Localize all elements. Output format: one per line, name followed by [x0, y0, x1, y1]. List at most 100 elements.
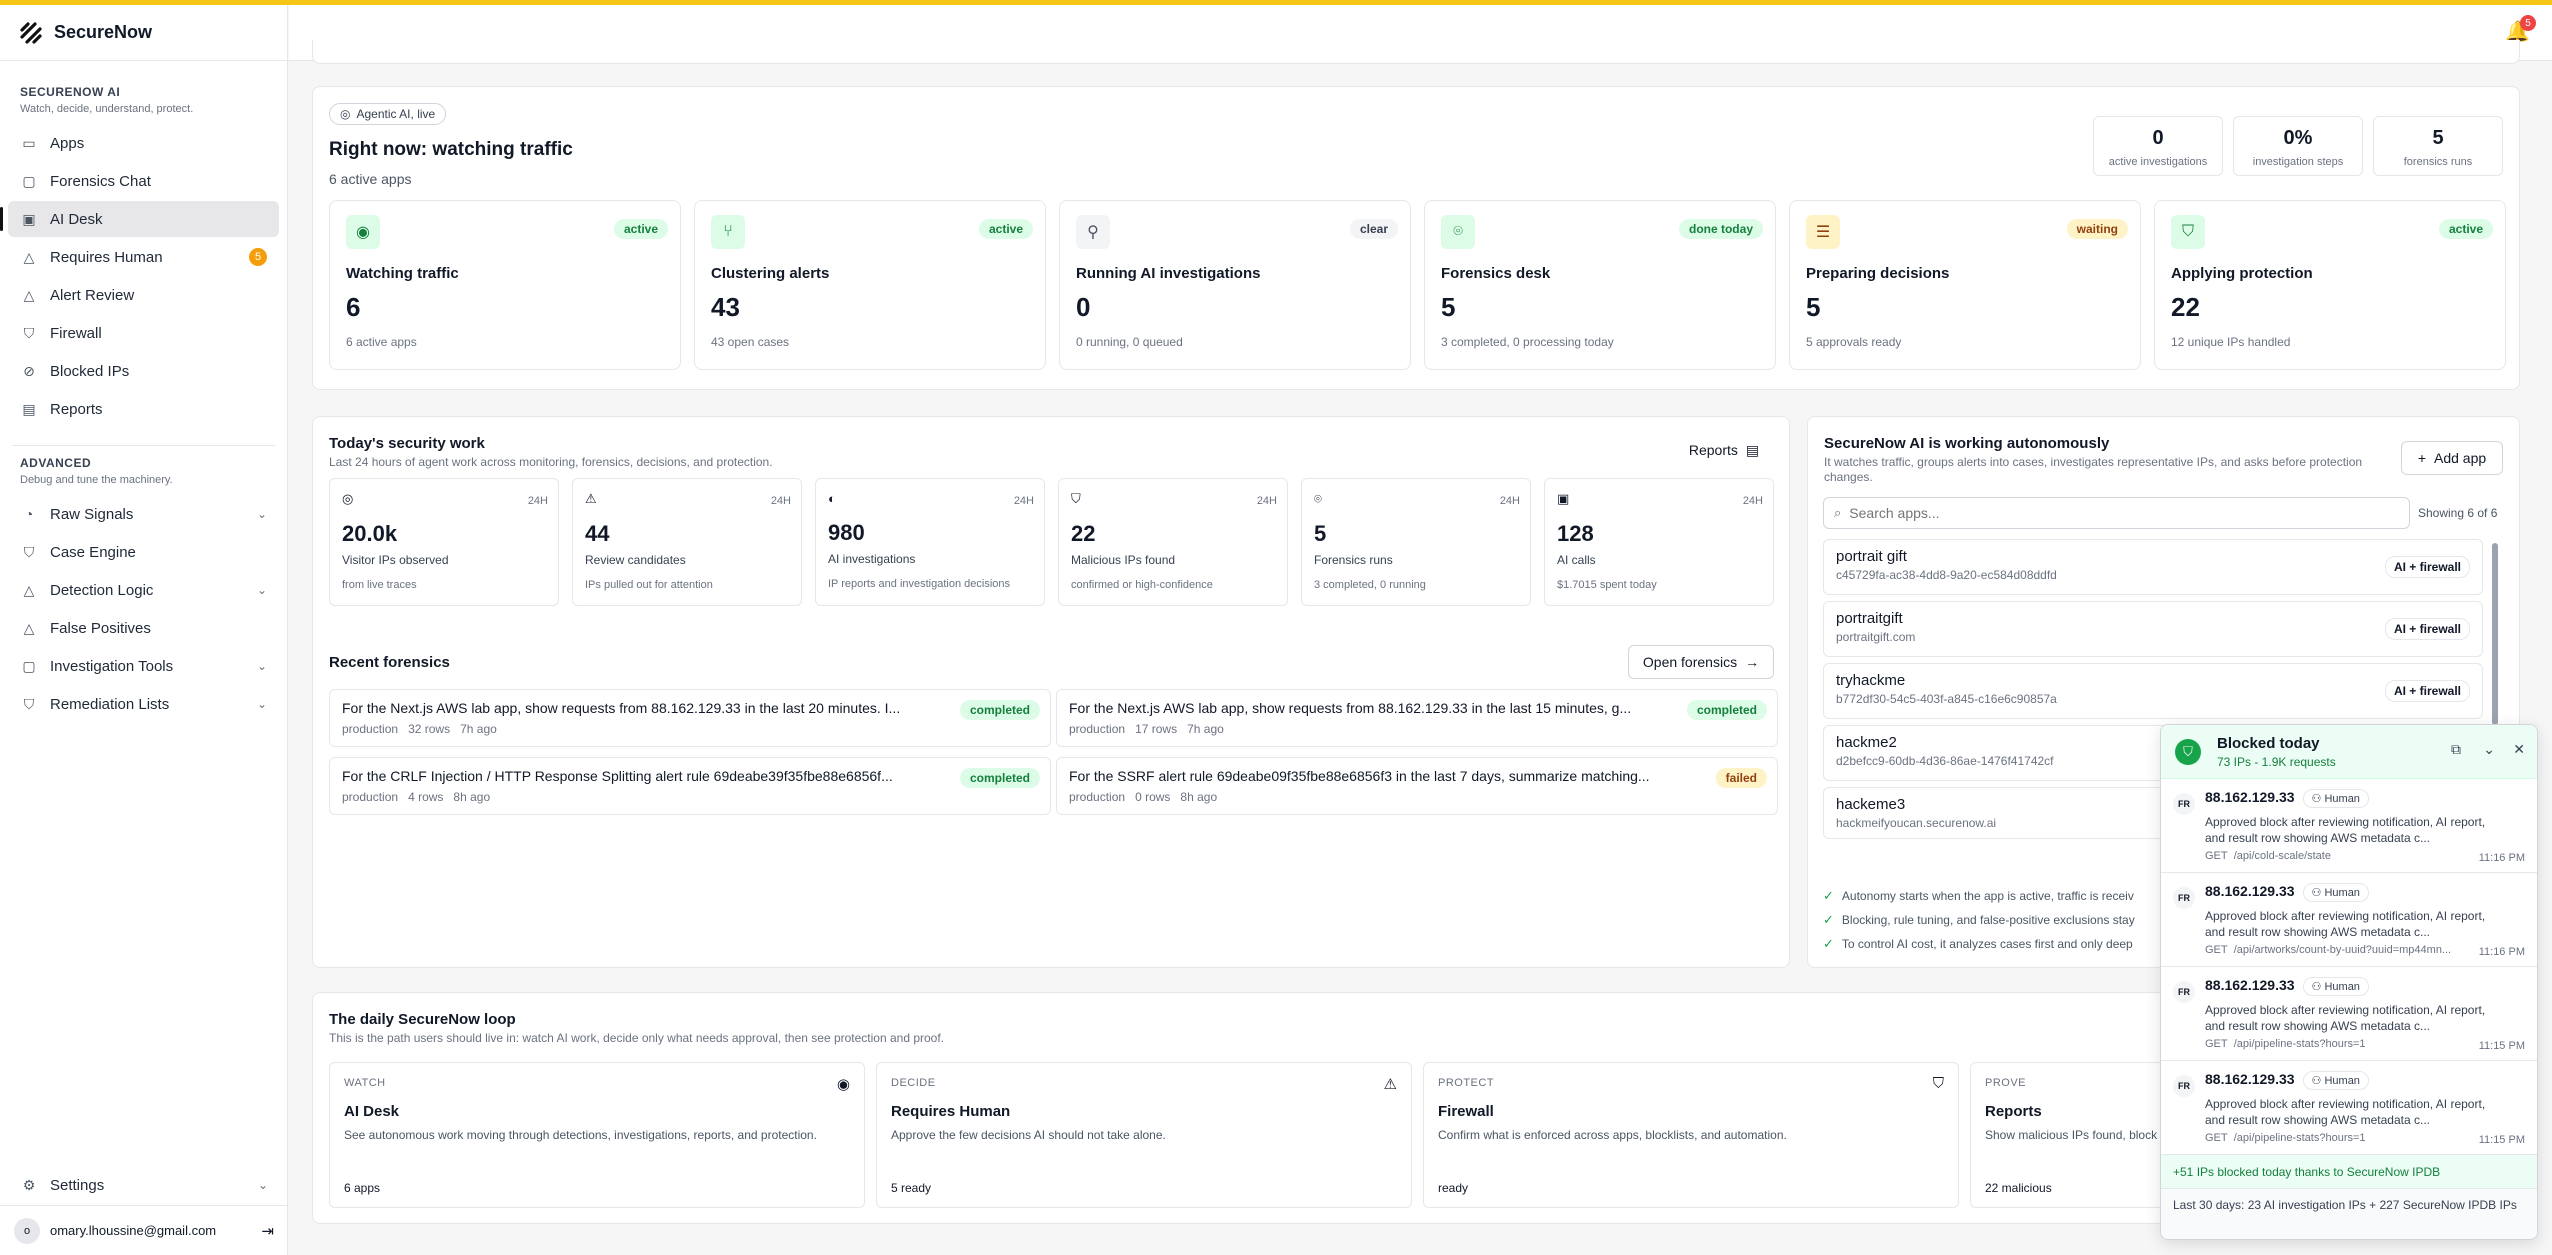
loop-card-watch[interactable]: WATCH ◉ AI Desk See autonomous work moving … — [329, 1062, 865, 1208]
note-text: To control AI cost, it analyzes cases fi… — [1841, 937, 2133, 951]
stage-clustering-alerts[interactable]: ⑂ active Clustering alerts 43 43 open cases — [694, 200, 1046, 370]
app-row[interactable]: tryhackme b772df30-54c5-403f-a845-c16e6c9… — [1823, 663, 2483, 719]
stage-title: Clustering alerts — [711, 265, 830, 282]
sidebar-item-label: Settings — [50, 1176, 105, 1194]
add-app-button[interactable]: + Add app — [2401, 441, 2503, 475]
loop-kicker: WATCH — [344, 1077, 386, 1089]
forensic-time: 8h ago — [453, 790, 491, 804]
shield-check-icon: ⛉ — [1932, 1075, 1944, 1092]
chevron-down-icon[interactable]: ⌄ — [2483, 741, 2495, 758]
chevron-down-icon: ⌄ — [256, 507, 267, 521]
sidebar-item-ai-desk[interactable]: ▣ AI Desk — [0, 201, 279, 237]
open-external-icon[interactable]: ⧉ — [2451, 741, 2461, 758]
blocked-entry[interactable]: FR 88.162.129.33 ⚇ Human Approved block aft… — [2161, 967, 2537, 1061]
stage-value: 22 — [2171, 292, 2200, 322]
metric-label: Review candidates — [585, 553, 686, 567]
forensic-item[interactable]: For the Next.js AWS lab app, show reques… — [1056, 689, 1778, 747]
forensic-meta: production 17 rows 7h ago — [1069, 722, 1765, 736]
sidebar-item-case-engine[interactable]: ⛉ Case Engine — [8, 534, 279, 570]
sidebar-item-blocked-ips[interactable]: ⊘ Blocked IPs — [8, 353, 279, 389]
warning-icon: △ — [23, 619, 35, 636]
sidebar-item-reports[interactable]: ▤ Reports — [8, 391, 279, 427]
metric-period: 24H — [527, 495, 548, 507]
stage-watching-traffic[interactable]: ◉ active Watching traffic 6 6 active apps — [329, 200, 681, 370]
forensic-rows: 0 rows — [1135, 790, 1171, 804]
search-box[interactable]: ⌕ — [1823, 497, 2410, 529]
stage-value: 5 — [1441, 292, 1456, 322]
metric-detail: IPs pulled out for attention — [585, 579, 713, 591]
stage-forensics-desk[interactable]: ⌾ done today Forensics desk 5 3 completed, 0… — [1424, 200, 1776, 370]
sidebar-item-investigation-tools[interactable]: ▢ Investigation Tools ⌄ — [8, 648, 279, 684]
sidebar-item-forensics-chat[interactable]: ▢ Forensics Chat — [8, 163, 279, 199]
reports-button[interactable]: Reports ▤ — [1676, 434, 1772, 466]
section-subtitle: Last 24 hours of agent work across monit… — [329, 455, 773, 469]
panel-title: Blocked today — [2217, 735, 2320, 752]
divider — [12, 445, 275, 446]
sidebar-item-settings[interactable]: ⚙ Settings ⌄ — [8, 1167, 280, 1203]
loop-title: AI Desk — [344, 1103, 400, 1120]
stage-applying-protection[interactable]: ⛉ active Applying protection 22 12 unique IP… — [2154, 200, 2506, 370]
blocked-entry[interactable]: FR 88.162.129.33 ⚇ Human Approved block aft… — [2161, 873, 2537, 967]
avatar[interactable]: o — [14, 1217, 40, 1244]
brand[interactable]: SecureNow — [0, 5, 287, 61]
stat-value: 0 — [2152, 127, 2164, 149]
sidebar-item-firewall[interactable]: ⛉ Firewall — [8, 315, 279, 351]
metric-review-candidates: ⚠ 24H 44 Review candidates IPs pulled out fo… — [572, 478, 802, 606]
app-id: portraitgift.com — [1836, 630, 1916, 644]
section-title: The daily SecureNow loop — [329, 1011, 516, 1028]
loop-desc: Approve the few decisions AI should not … — [891, 1128, 1166, 1142]
blocked-entry[interactable]: FR 88.162.129.33 ⚇ Human Approved block aft… — [2161, 1061, 2537, 1155]
sidebar-item-raw-signals[interactable]: ◔ Raw Signals ⌄ — [8, 496, 279, 532]
loop-kicker: PROTECT — [1438, 1077, 1495, 1089]
stage-tag: active — [978, 219, 1033, 239]
briefcase-icon: ▣ — [22, 210, 36, 227]
open-forensics-button[interactable]: Open forensics → — [1628, 645, 1774, 679]
sidebar-item-apps[interactable]: ▭ Apps — [8, 125, 279, 161]
user-icon: ⚇ — [2311, 887, 2322, 899]
sidebar-item-alert-review[interactable]: △ Alert Review — [8, 277, 279, 313]
loop-card-protect[interactable]: PROTECT ⛉ Firewall Confirm what is enforced… — [1423, 1062, 1959, 1208]
sidebar-item-label: Firewall — [50, 324, 102, 342]
autonomy-note: ✓ To control AI cost, it analyzes cases f… — [1823, 936, 2133, 952]
block-reason: Approved block after reviewing notificat… — [2205, 909, 2486, 939]
shield-icon: ⛉ — [1071, 491, 1081, 506]
app-name: tryhackme — [1836, 672, 1906, 689]
block-time: 11:16 PM — [2478, 946, 2525, 958]
stage-value: 0 — [1076, 292, 1091, 322]
stage-preparing-decisions[interactable]: ☰ waiting Preparing decisions 5 5 approvals … — [1789, 200, 2141, 370]
blocked-entry[interactable]: FR 88.162.129.33 ⚇ Human Approved block aft… — [2161, 779, 2537, 873]
metric-period: 24H — [1499, 495, 1520, 507]
stat-value: 5 — [2432, 127, 2444, 149]
close-icon[interactable]: ✕ — [2513, 741, 2525, 758]
stat-label: investigation steps — [2252, 156, 2344, 168]
plus-icon: + — [2417, 450, 2426, 466]
sidebar-item-detection-logic[interactable]: △ Detection Logic ⌄ — [8, 572, 279, 608]
stat-value: 0% — [2283, 127, 2313, 149]
stage-running-investigations[interactable]: ⚲ clear Running AI investigations 0 0 runnin… — [1059, 200, 1411, 370]
forensic-item[interactable]: For the SSRF alert rule 69deabe09f35fbe8… — [1056, 757, 1778, 815]
scrollbar[interactable] — [2492, 543, 2498, 725]
forensic-rows: 17 rows — [1135, 722, 1178, 736]
request-line: GET /api/pipeline-stats?hours=1 — [2205, 1038, 2465, 1050]
forensic-item[interactable]: For the CRLF Injection / HTTP Response S… — [329, 757, 1051, 815]
loop-card-decide[interactable]: DECIDE ⚠ Requires Human Approve the few dec… — [876, 1062, 1412, 1208]
app-row[interactable]: portraitgift portraitgift.com AI + firewal… — [1823, 601, 2483, 657]
request-path: /api/pipeline-stats?hours=1 — [2233, 1132, 2366, 1144]
app-name: portraitgift — [1836, 610, 1903, 627]
forensic-query: For the CRLF Injection / HTTP Response S… — [342, 768, 893, 784]
logout-icon[interactable]: ⇥ — [261, 1222, 274, 1240]
request-line: GET /api/pipeline-stats?hours=1 — [2205, 1132, 2465, 1144]
forensic-time: 8h ago — [1180, 790, 1218, 804]
alert-icon: △ — [23, 286, 35, 303]
autonomy-note: ✓ Autonomy starts when the app is active,… — [1823, 888, 2134, 904]
forensic-item[interactable]: For the Next.js AWS lab app, show reques… — [329, 689, 1051, 747]
ipdb-summary: +51 IPs blocked today thanks to SecureNo… — [2161, 1155, 2537, 1189]
sidebar-item-requires-human[interactable]: △ Requires Human 5 — [8, 239, 279, 275]
sidebar-item-false-positives[interactable]: △ False Positives — [8, 610, 279, 646]
check-circle-icon: ✓ — [1823, 888, 1834, 903]
sidebar-item-remediation-lists[interactable]: ⛉ Remediation Lists ⌄ — [8, 686, 279, 722]
search-input[interactable] — [1849, 505, 2390, 521]
app-row[interactable]: portrait gift c45729fa-ac38-4dd8-9a20-ec5… — [1823, 539, 2483, 595]
human-badge: ⚇ Human — [2302, 1071, 2369, 1090]
page-subtitle: 6 active apps — [329, 171, 412, 187]
